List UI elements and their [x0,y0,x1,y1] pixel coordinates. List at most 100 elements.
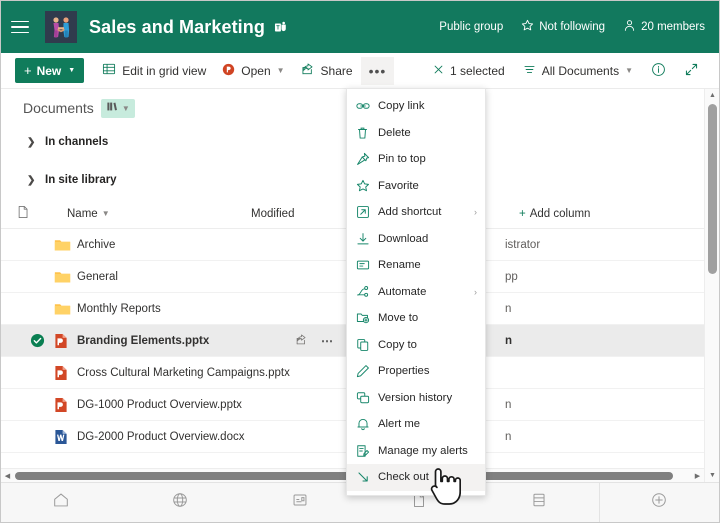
nav-globe-button[interactable] [121,483,241,522]
row-name[interactable]: General [77,271,295,283]
menu-item-copy-link[interactable]: Copy link [347,93,485,120]
breadcrumb-documents-label[interactable]: Documents [23,100,94,116]
column-header-name[interactable]: Name ▼ [39,208,251,220]
row-modified-by: n [505,399,719,411]
menu-item-download[interactable]: Download [347,226,485,253]
close-svg [433,64,444,75]
rename-svg [356,258,370,272]
scroll-up-icon[interactable]: ▲ [705,89,720,102]
row-name[interactable]: DG-2000 Product Overview.docx [77,431,295,443]
menu-item-check-out[interactable]: Check out [347,464,485,491]
site-header: Sales and Marketing Public group Not fol… [1,1,719,53]
horizontal-scroll-thumb[interactable] [15,472,673,480]
menu-item-alert-me[interactable]: Alert me [347,411,485,438]
edit-grid-view-button[interactable]: Edit in grid view [94,57,214,85]
row-share-icon[interactable] [295,333,308,349]
selected-count-label: 1 selected [450,64,505,78]
share-icon [301,62,315,79]
pptx-svg [54,365,68,381]
members-label: 20 members [641,21,705,33]
row-modified-by: istrator [505,239,719,251]
people-svg [623,19,636,32]
nav-home-button[interactable] [1,483,121,522]
nav-list-button[interactable] [479,483,599,522]
library-icon [106,99,119,117]
automate-svg [356,285,370,299]
edit-grid-view-label: Edit in grid view [122,64,206,78]
row-name[interactable]: DG-1000 Product Overview.pptx [77,399,295,411]
row-checkbox-checked[interactable] [27,333,47,348]
menu-item-automate[interactable]: Automate › [347,279,485,306]
nav-add-button[interactable] [599,483,720,522]
copy-to-icon [356,338,378,352]
star-icon [521,19,534,35]
link-icon [356,99,378,113]
menu-item-copy-to[interactable]: Copy to [347,332,485,359]
menu-item-move-to[interactable]: Move to [347,305,485,332]
menu-item-version-history[interactable]: Version history [347,385,485,412]
chevron-down-icon: ▼ [625,66,633,75]
powerpoint-file-icon [47,397,77,413]
rename-icon [356,258,378,272]
automate-icon [356,285,378,299]
row-name[interactable]: Branding Elements.pptx [77,335,295,347]
follow-button[interactable]: Not following [521,19,605,35]
expand-button[interactable] [676,57,707,85]
tree-node-in-channels-label: In channels [45,136,108,148]
scroll-down-icon[interactable]: ▼ [705,469,720,482]
chevron-down-icon: ❯ [27,175,36,186]
star-icon [356,179,378,193]
tree-node-in-site-library-label: In site library [45,174,117,186]
site-logo-handshake[interactable] [45,11,77,43]
menu-item-pin-to-top[interactable]: Pin to top [347,146,485,173]
info-button[interactable] [643,57,674,85]
clear-selection-button[interactable]: 1 selected [425,57,513,85]
pptx-svg [54,397,68,413]
more-options-button[interactable]: ••• [361,57,395,85]
menu-item-delete[interactable]: Delete [347,120,485,147]
privacy-label[interactable]: Public group [439,21,503,33]
menu-item-favorite-label: Favorite [378,180,419,192]
powerpoint-icon [222,63,235,79]
menu-item-manage-my-alerts[interactable]: Manage my alerts [347,438,485,465]
column-header-name-label: Name [67,208,98,220]
row-ellipsis-icon[interactable]: ⋯ [321,334,334,348]
scroll-right-icon[interactable]: ▶ [691,469,704,483]
teams-icon[interactable] [274,21,287,34]
menu-item-rename[interactable]: Rename [347,252,485,279]
new-button[interactable]: + New ▼ [15,58,84,83]
command-bar-right: 1 selected All Documents ▼ [425,57,707,85]
row-name[interactable]: Monthly Reports [77,303,295,315]
chevron-down-icon: ▼ [122,104,130,113]
view-selector-button[interactable]: All Documents ▼ [515,57,641,85]
menu-item-download-label: Download [378,233,428,245]
members-button[interactable]: 20 members [623,19,705,35]
expand-icon [684,62,699,80]
vertical-scrollbar[interactable]: ▲ ▼ [704,89,719,482]
file-context-menu: Copy link Delete Pin to top [346,88,486,496]
row-name[interactable]: Archive [77,239,295,251]
add-column-button[interactable]: + Add column [519,208,590,220]
powerpoint-file-icon [47,365,77,381]
open-button[interactable]: Open ▼ [214,57,292,85]
row-name[interactable]: Cross Cultural Marketing Campaigns.pptx [77,367,295,379]
library-switcher-button[interactable]: ▼ [101,99,135,118]
hamburger-icon[interactable] [11,16,33,38]
menu-item-delete-label: Delete [378,127,411,139]
file-type-icon[interactable] [17,205,39,222]
row-name-label: DG-2000 Product Overview.docx [77,431,244,443]
menu-item-properties[interactable]: Properties [347,358,485,385]
row-name-label: Cross Cultural Marketing Campaigns.pptx [77,367,290,379]
folder-icon [47,238,77,252]
menu-item-favorite[interactable]: Favorite [347,173,485,200]
menu-item-add-shortcut[interactable]: Add shortcut › [347,199,485,226]
vertical-scroll-thumb[interactable] [708,104,717,274]
activity-icon [291,491,309,514]
share-button[interactable]: Share [293,57,361,85]
copy-to-svg [356,338,370,352]
list-icon [530,491,548,514]
menu-item-add-shortcut-label: Add shortcut [378,206,441,218]
nav-activity-button[interactable] [240,483,360,522]
scroll-left-icon[interactable]: ◀ [1,469,14,483]
handshake-icon [45,11,77,43]
